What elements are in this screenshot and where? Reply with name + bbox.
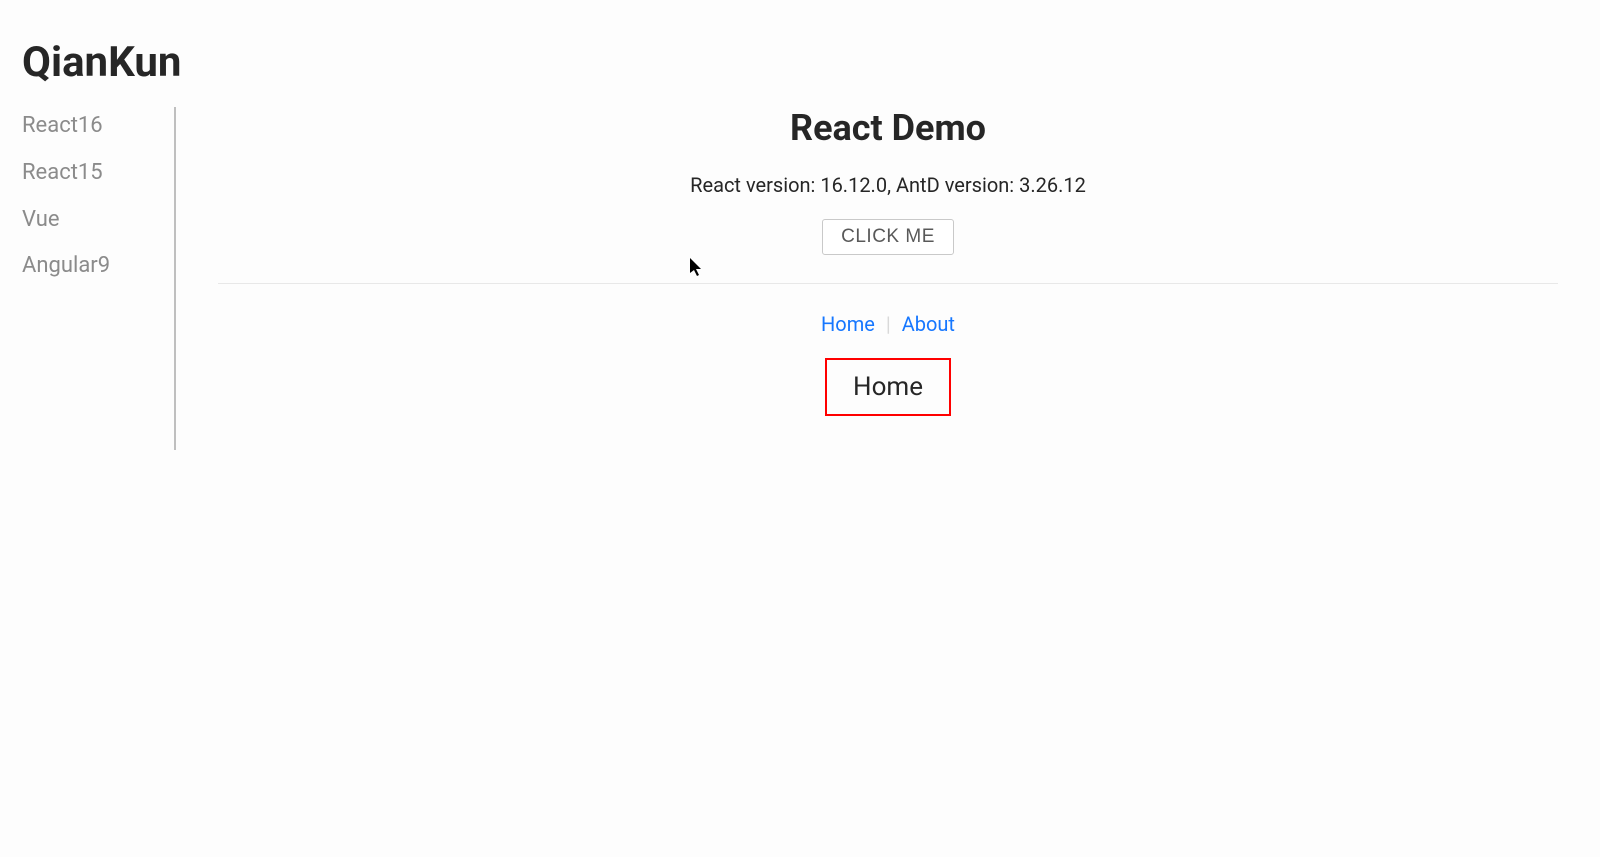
sidebar-item-react15[interactable]: React15 (22, 150, 164, 197)
nav-link-home[interactable]: Home (821, 312, 875, 336)
main-content: React Demo React version: 16.12.0, AntD … (176, 107, 1600, 450)
sidebar-item-vue[interactable]: Vue (22, 197, 164, 244)
divider (218, 283, 1558, 284)
content-box-home: Home (825, 358, 951, 416)
version-info: React version: 16.12.0, AntD version: 3.… (176, 173, 1600, 197)
demo-title: React Demo (176, 107, 1600, 149)
nav-separator: | (886, 312, 891, 336)
sidebar-item-angular9[interactable]: Angular9 (22, 243, 164, 290)
app-title: QianKun (0, 0, 1600, 107)
nav-link-about[interactable]: About (902, 312, 955, 336)
layout: React16 React15 Vue Angular9 React Demo … (0, 107, 1600, 450)
click-me-button[interactable]: CLICK ME (822, 219, 954, 255)
nav-links: Home | About (176, 312, 1600, 336)
sidebar: React16 React15 Vue Angular9 (22, 107, 176, 450)
sidebar-item-react16[interactable]: React16 (22, 107, 164, 150)
